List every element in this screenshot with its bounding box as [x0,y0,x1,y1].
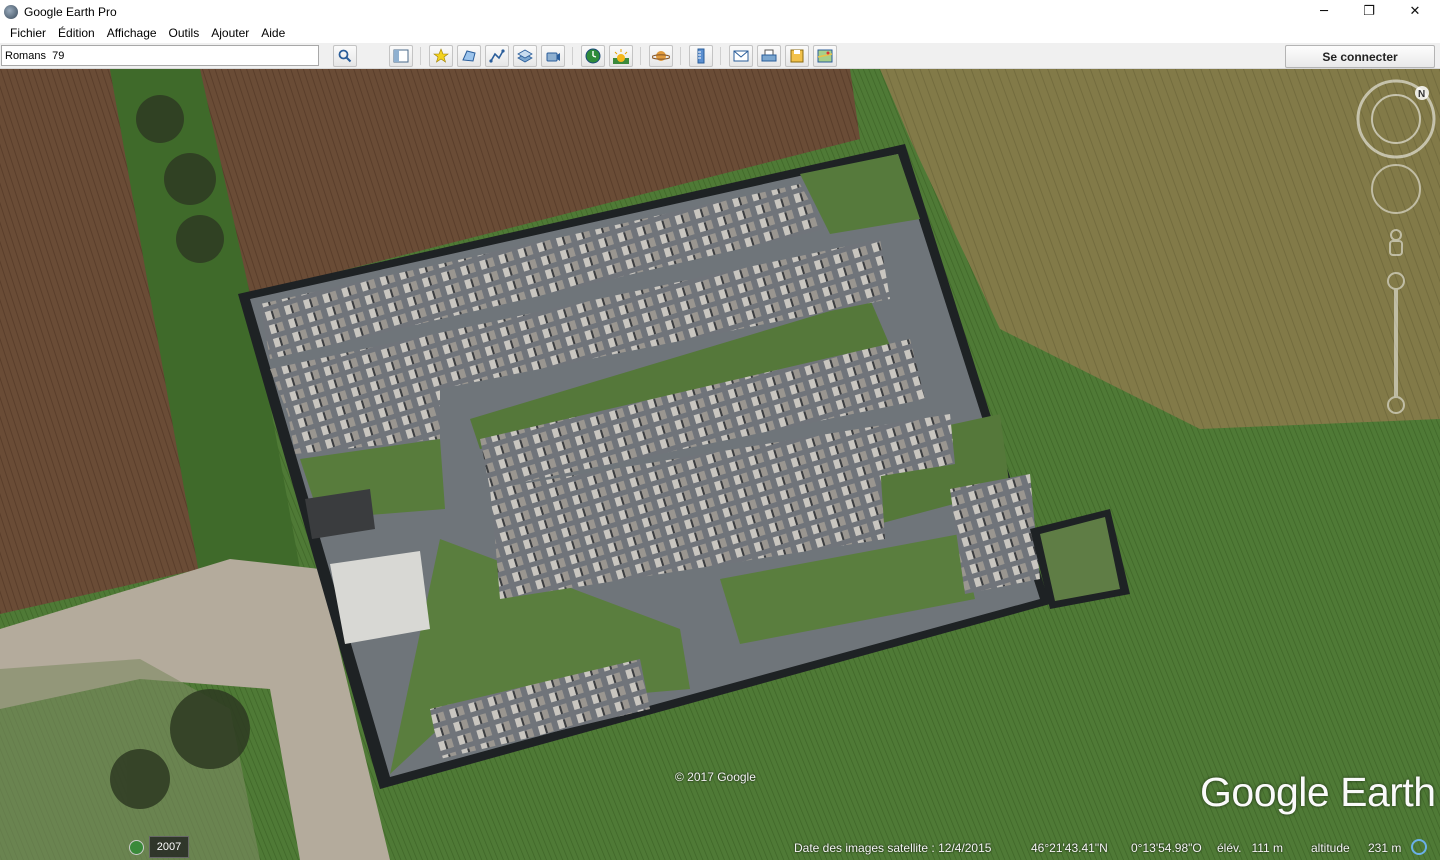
imagery-date: Date des images satellite : 12/4/2015 [794,841,992,855]
menu-edition[interactable]: Édition [52,26,101,40]
ruler-button[interactable] [689,45,713,67]
longitude-readout: 0°13'54.98"O [1131,841,1202,855]
polygon-icon [462,50,476,62]
placemark-icon [433,48,449,63]
sunlight-icon [613,49,629,64]
email-button[interactable] [729,45,753,67]
toolbar-separator [420,47,421,65]
ruler-icon [697,48,705,64]
search-input[interactable] [1,45,319,66]
copyright-label: © 2017 Google [675,770,756,784]
move-joystick-icon[interactable] [1371,164,1421,214]
window-title: Google Earth Pro [24,4,117,19]
menu-fichier[interactable]: Fichier [4,26,52,40]
elevation-readout: élév. 111 m [1217,841,1284,855]
toolbar-separator [640,47,641,65]
historical-imagery-button[interactable] [581,45,605,67]
path-icon [489,49,505,63]
search-button[interactable] [333,45,357,67]
historical-imagery-icon [585,48,601,64]
navigation-controls: N [1352,79,1436,419]
sidebar-toggle-button[interactable] [389,45,413,67]
sidebar-icon [393,49,409,63]
google-earth-app-icon [4,4,18,19]
view-in-maps-button[interactable] [813,45,837,67]
planets-icon [652,51,670,61]
save-image-icon [790,49,804,63]
save-image-button[interactable] [785,45,809,67]
search-icon [338,49,352,63]
nav-controls-graphic: N [1356,79,1436,414]
title-bar: Google Earth Pro ─ ❐ ✕ [0,0,1440,23]
altitude-value: 231 m [1368,841,1402,855]
street-view-pegman-icon[interactable] [1389,229,1403,256]
sunlight-button[interactable] [609,45,633,67]
toolbar: Se connecter [0,43,1440,69]
close-button[interactable]: ✕ [1392,0,1438,23]
menu-bar: Fichier Édition Affichage Outils Ajouter… [0,23,1440,43]
add-overlay-button[interactable] [513,45,537,67]
menu-ajouter[interactable]: Ajouter [205,26,255,40]
overlay-icon [517,49,533,63]
google-earth-logo: Google Earth [1200,769,1436,815]
map-viewport[interactable]: N © 2017 Google Google Earth 2007 Date d… [0,69,1440,860]
print-icon [761,49,777,62]
satellite-imagery [0,69,1440,860]
add-path-button[interactable] [485,45,509,67]
latitude-readout: 46°21'43.41"N [1031,841,1108,855]
add-placemark-button[interactable] [429,45,453,67]
toolbar-separator [720,47,721,65]
email-icon [733,50,749,62]
sign-in-button[interactable]: Se connecter [1285,45,1435,68]
status-bar: 2007 Date des images satellite : 12/4/20… [0,836,1440,860]
add-polygon-button[interactable] [457,45,481,67]
print-button[interactable] [757,45,781,67]
streaming-globe-icon [1411,839,1427,855]
menu-affichage[interactable]: Affichage [101,26,163,40]
record-tour-button[interactable] [541,45,565,67]
menu-outils[interactable]: Outils [163,26,206,40]
menu-aide[interactable]: Aide [255,26,291,40]
historical-imagery-icon[interactable] [129,840,144,855]
map-view-icon [817,49,833,63]
minimize-button[interactable]: ─ [1301,0,1347,23]
altitude-label: altitude [1311,841,1350,855]
toolbar-separator [680,47,681,65]
zoom-slider[interactable] [1387,272,1405,414]
planets-button[interactable] [649,45,673,67]
toolbar-separator [572,47,573,65]
north-icon[interactable]: N [1415,86,1429,100]
svg-text:N: N [1418,89,1425,100]
imagery-year-badge[interactable]: 2007 [149,836,189,858]
tour-icon [546,52,560,62]
maximize-button[interactable]: ❐ [1346,0,1392,23]
